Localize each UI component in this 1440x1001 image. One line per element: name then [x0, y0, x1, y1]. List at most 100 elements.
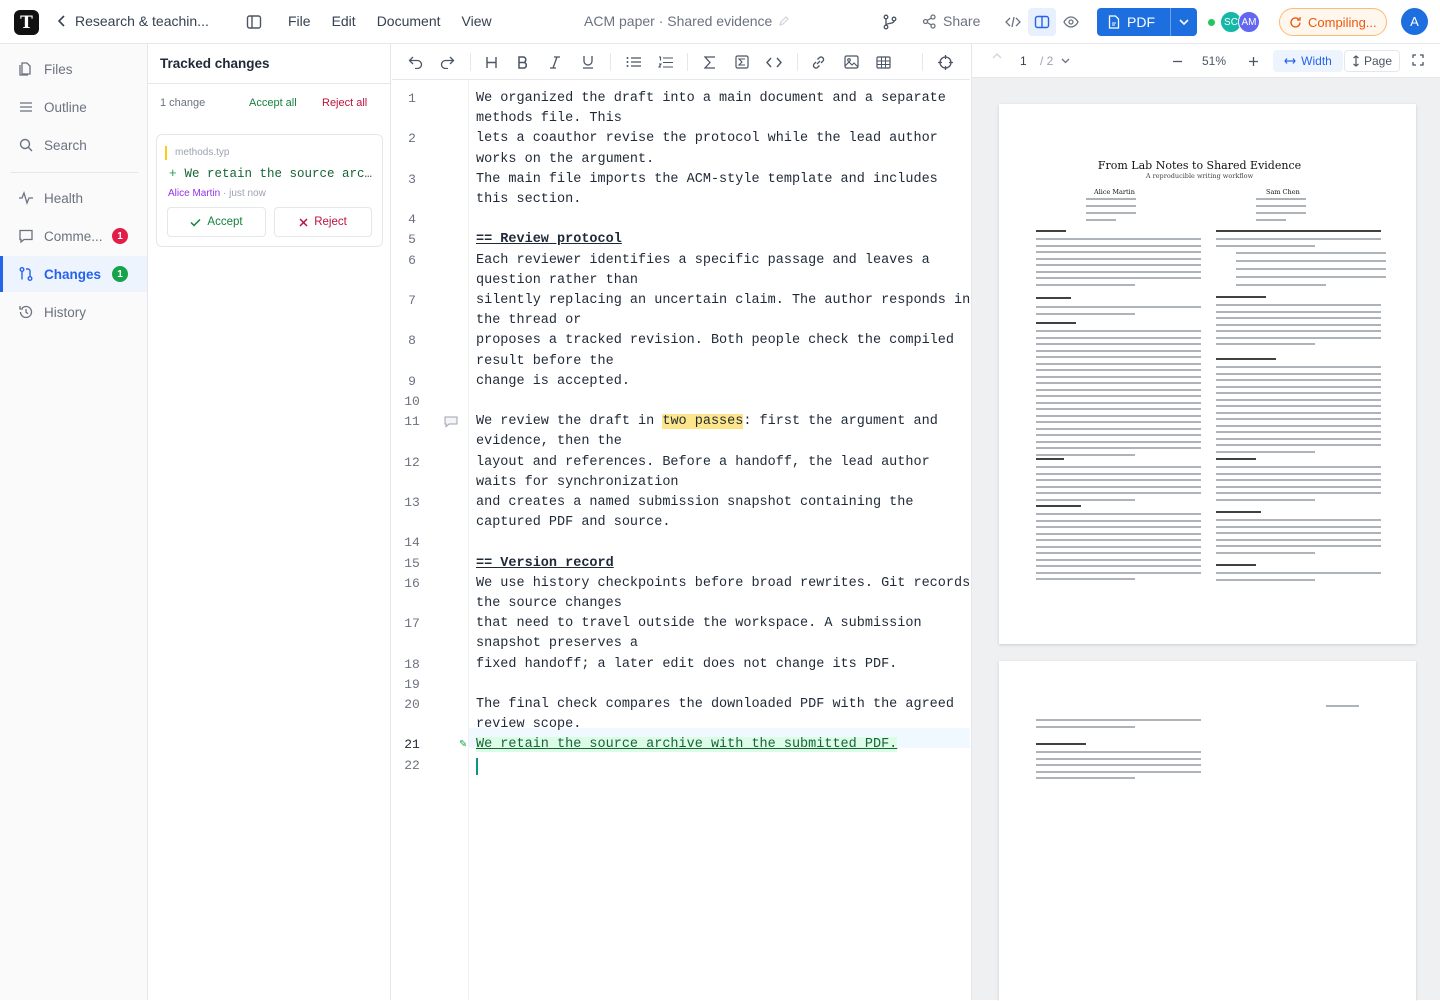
project-breadcrumb[interactable]: Research & teachin... — [58, 13, 209, 29]
fit-width-label: Width — [1301, 54, 1332, 68]
highlighted-text[interactable]: two passes — [662, 414, 744, 430]
menu-document[interactable]: Document — [377, 13, 441, 29]
table-icon[interactable] — [870, 49, 896, 75]
app-logo[interactable]: T — [14, 10, 39, 35]
menu-edit[interactable]: Edit — [332, 13, 356, 29]
code-line[interactable]: methods file. This — [476, 109, 966, 129]
math-icon[interactable] — [697, 49, 723, 75]
code-line[interactable]: this section. — [476, 190, 966, 210]
pdf-text-line — [1036, 764, 1201, 766]
underline-icon[interactable] — [575, 49, 601, 75]
sidebar-item-changes[interactable]: Changes 1 — [0, 256, 147, 292]
code-heading-line[interactable]: == Version record — [476, 554, 966, 574]
page-number[interactable]: 1 — [1020, 54, 1027, 68]
redo-icon[interactable] — [434, 49, 460, 75]
code-line[interactable]: that need to travel outside the workspac… — [476, 614, 966, 634]
code-line[interactable]: the source changes — [476, 594, 966, 614]
sidebar-item-search[interactable]: Search — [0, 127, 147, 163]
sidebar: Files Outline Search Health Comme... 1 C… — [0, 44, 148, 1000]
preview-view-icon[interactable] — [1057, 8, 1085, 36]
split-view-icon[interactable] — [1028, 8, 1056, 36]
change-marker-icon[interactable]: ✎ — [459, 739, 467, 750]
zoom-in-icon[interactable] — [1248, 56, 1259, 67]
chevron-down-icon[interactable] — [1170, 8, 1197, 36]
fit-page-button[interactable]: Page — [1344, 50, 1400, 72]
code-line[interactable]: change is accepted. — [476, 372, 966, 392]
toggle-sidebar-icon[interactable] — [240, 8, 268, 36]
arrows-vertical-icon — [1352, 55, 1360, 67]
change-count: 1 change — [160, 97, 206, 109]
accept-all-button[interactable]: Accept all — [249, 97, 297, 109]
document-title[interactable]: ACM paper · Shared evidence — [584, 13, 790, 29]
code-line[interactable]: We use history checkpoints before broad … — [476, 574, 970, 594]
code-icon[interactable] — [761, 49, 787, 75]
sidebar-item-label: Changes — [44, 266, 102, 282]
code-line[interactable]: We review the draft in two passes: first… — [476, 412, 966, 432]
tracked-insertion[interactable]: We retain the source archive with the su… — [476, 737, 898, 753]
pdf-text-line — [1036, 283, 1135, 286]
italic-icon[interactable] — [542, 49, 568, 75]
reject-button[interactable]: Reject — [274, 207, 372, 237]
sidebar-item-outline[interactable]: Outline — [0, 89, 147, 125]
code-line[interactable]: result before the — [476, 352, 966, 372]
pdf-export-main[interactable]: PDF — [1097, 8, 1170, 36]
math-block-icon[interactable] — [729, 49, 755, 75]
code-line[interactable]: review scope. — [476, 715, 966, 735]
chevron-up-icon[interactable] — [992, 53, 1002, 59]
code-line[interactable]: works on the argument. — [476, 150, 966, 170]
image-icon[interactable] — [838, 49, 864, 75]
code-line[interactable]: The final check compares the downloaded … — [476, 695, 966, 715]
bullet-list-icon[interactable] — [620, 49, 646, 75]
branch-icon[interactable] — [876, 8, 904, 36]
code-view-icon[interactable] — [999, 8, 1027, 36]
code-line[interactable]: question rather than — [476, 271, 966, 291]
accept-button[interactable]: Accept — [167, 207, 266, 237]
code-line[interactable]: silently replacing an uncertain claim. T… — [476, 291, 970, 311]
change-card[interactable]: methods.typ + We retain the source arc...… — [156, 134, 383, 247]
code-line[interactable]: fixed handoff; a later edit does not cha… — [476, 655, 966, 675]
bold-icon[interactable] — [510, 49, 536, 75]
code-line[interactable]: lets a coauthor revise the protocol whil… — [476, 129, 966, 149]
comment-marker-icon[interactable] — [444, 416, 458, 428]
code-line[interactable]: Each reviewer identifies a specific pass… — [476, 251, 966, 271]
menu-view[interactable]: View — [462, 13, 492, 29]
pdf-label: PDF — [1127, 14, 1155, 30]
undo-icon[interactable] — [402, 49, 428, 75]
pdf-text-line — [1036, 447, 1201, 449]
code-heading-line[interactable]: == Review protocol — [476, 230, 966, 250]
crosshair-icon[interactable] — [932, 49, 958, 75]
zoom-level[interactable]: 51% — [1202, 54, 1226, 68]
code-line[interactable]: the thread or — [476, 311, 966, 331]
pdf-text-line — [1236, 268, 1386, 270]
sidebar-item-history[interactable]: History — [0, 294, 147, 330]
chevron-down-icon[interactable] — [1061, 58, 1070, 64]
code-line[interactable]: snapshot preserves a — [476, 634, 966, 654]
sidebar-item-health[interactable]: Health — [0, 180, 147, 216]
user-avatar[interactable]: A — [1401, 8, 1428, 35]
heading-icon[interactable] — [478, 49, 504, 75]
reject-all-button[interactable]: Reject all — [322, 97, 367, 109]
menu-file[interactable]: File — [288, 13, 311, 29]
code-line[interactable]: We retain the source archive with the su… — [476, 735, 966, 755]
link-icon[interactable] — [805, 49, 831, 75]
share-button[interactable]: Share — [922, 13, 980, 29]
code-line[interactable]: waits for synchronization — [476, 473, 966, 493]
code-line[interactable]: proposes a tracked revision. Both people… — [476, 331, 966, 351]
code-line[interactable]: evidence, then the — [476, 432, 966, 452]
pdf-text-line — [1216, 405, 1381, 407]
sidebar-item-files[interactable]: Files — [0, 51, 147, 87]
code-line[interactable]: and creates a named submission snapshot … — [476, 493, 966, 513]
line-number: 2 — [408, 131, 416, 147]
code-line[interactable]: layout and references. Before a handoff,… — [476, 453, 966, 473]
fit-width-button[interactable]: Width — [1273, 50, 1343, 72]
code-line[interactable]: captured PDF and source. — [476, 513, 966, 533]
avatar-am[interactable]: AM — [1238, 11, 1260, 33]
pdf-export-button[interactable]: PDF — [1097, 8, 1197, 36]
zoom-out-icon[interactable] — [1172, 56, 1183, 67]
sidebar-item-comments[interactable]: Comme... 1 — [0, 218, 147, 254]
numbered-list-icon[interactable] — [652, 49, 678, 75]
fullscreen-icon[interactable] — [1412, 54, 1424, 66]
compile-status-badge[interactable]: Compiling... — [1279, 8, 1387, 36]
code-line[interactable]: We organized the draft into a main docum… — [476, 89, 966, 109]
code-line[interactable]: The main file imports the ACM-style temp… — [476, 170, 966, 190]
